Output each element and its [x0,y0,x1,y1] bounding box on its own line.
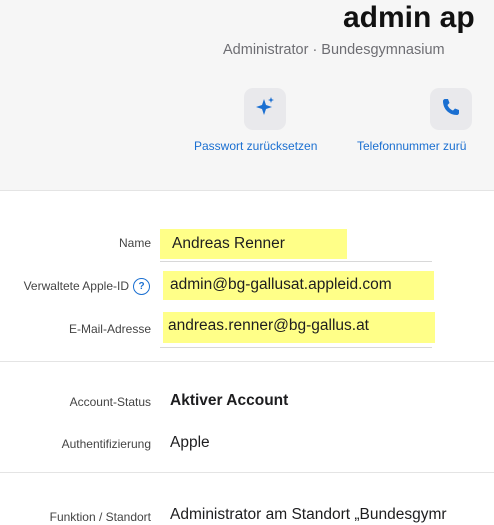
email-label: E-Mail-Adresse [68,322,151,336]
name-underline [160,261,432,262]
email-value[interactable]: andreas.renner@bg-gallus.at [168,317,369,335]
account-status-value: Aktiver Account [170,392,289,409]
role-location-value: Administrator am Standort „Bundesgymr [170,506,447,523]
authentication-value: Apple [170,434,210,451]
account-status-label: Account-Status [69,395,151,409]
phone-number-button[interactable] [430,88,472,130]
email-underline [160,347,432,348]
reset-password-button[interactable] [244,88,286,130]
phone-icon [441,97,461,122]
authentication-label: Authentifizierung [61,437,151,451]
section-divider [0,472,494,473]
apple-id-label: Verwaltete Apple-ID [23,279,129,293]
phone-number-label[interactable]: Telefonnummer zurü [357,139,466,153]
role-location-label: Funktion / Standort [49,510,151,524]
section-divider [0,361,494,362]
help-icon[interactable]: ? [133,278,150,295]
name-value[interactable]: Andreas Renner [172,235,285,253]
profile-header: admin ap Administrator · Bundesgymnasium… [0,0,494,191]
sparkles-icon [254,96,276,123]
apple-id-value[interactable]: admin@bg-gallusat.appleid.com [170,276,392,294]
page-subtitle: Administrator · Bundesgymnasium [223,42,445,58]
page-title: admin ap [343,1,475,34]
name-label: Name [118,236,151,250]
reset-password-label[interactable]: Passwort zurücksetzen [194,139,317,153]
